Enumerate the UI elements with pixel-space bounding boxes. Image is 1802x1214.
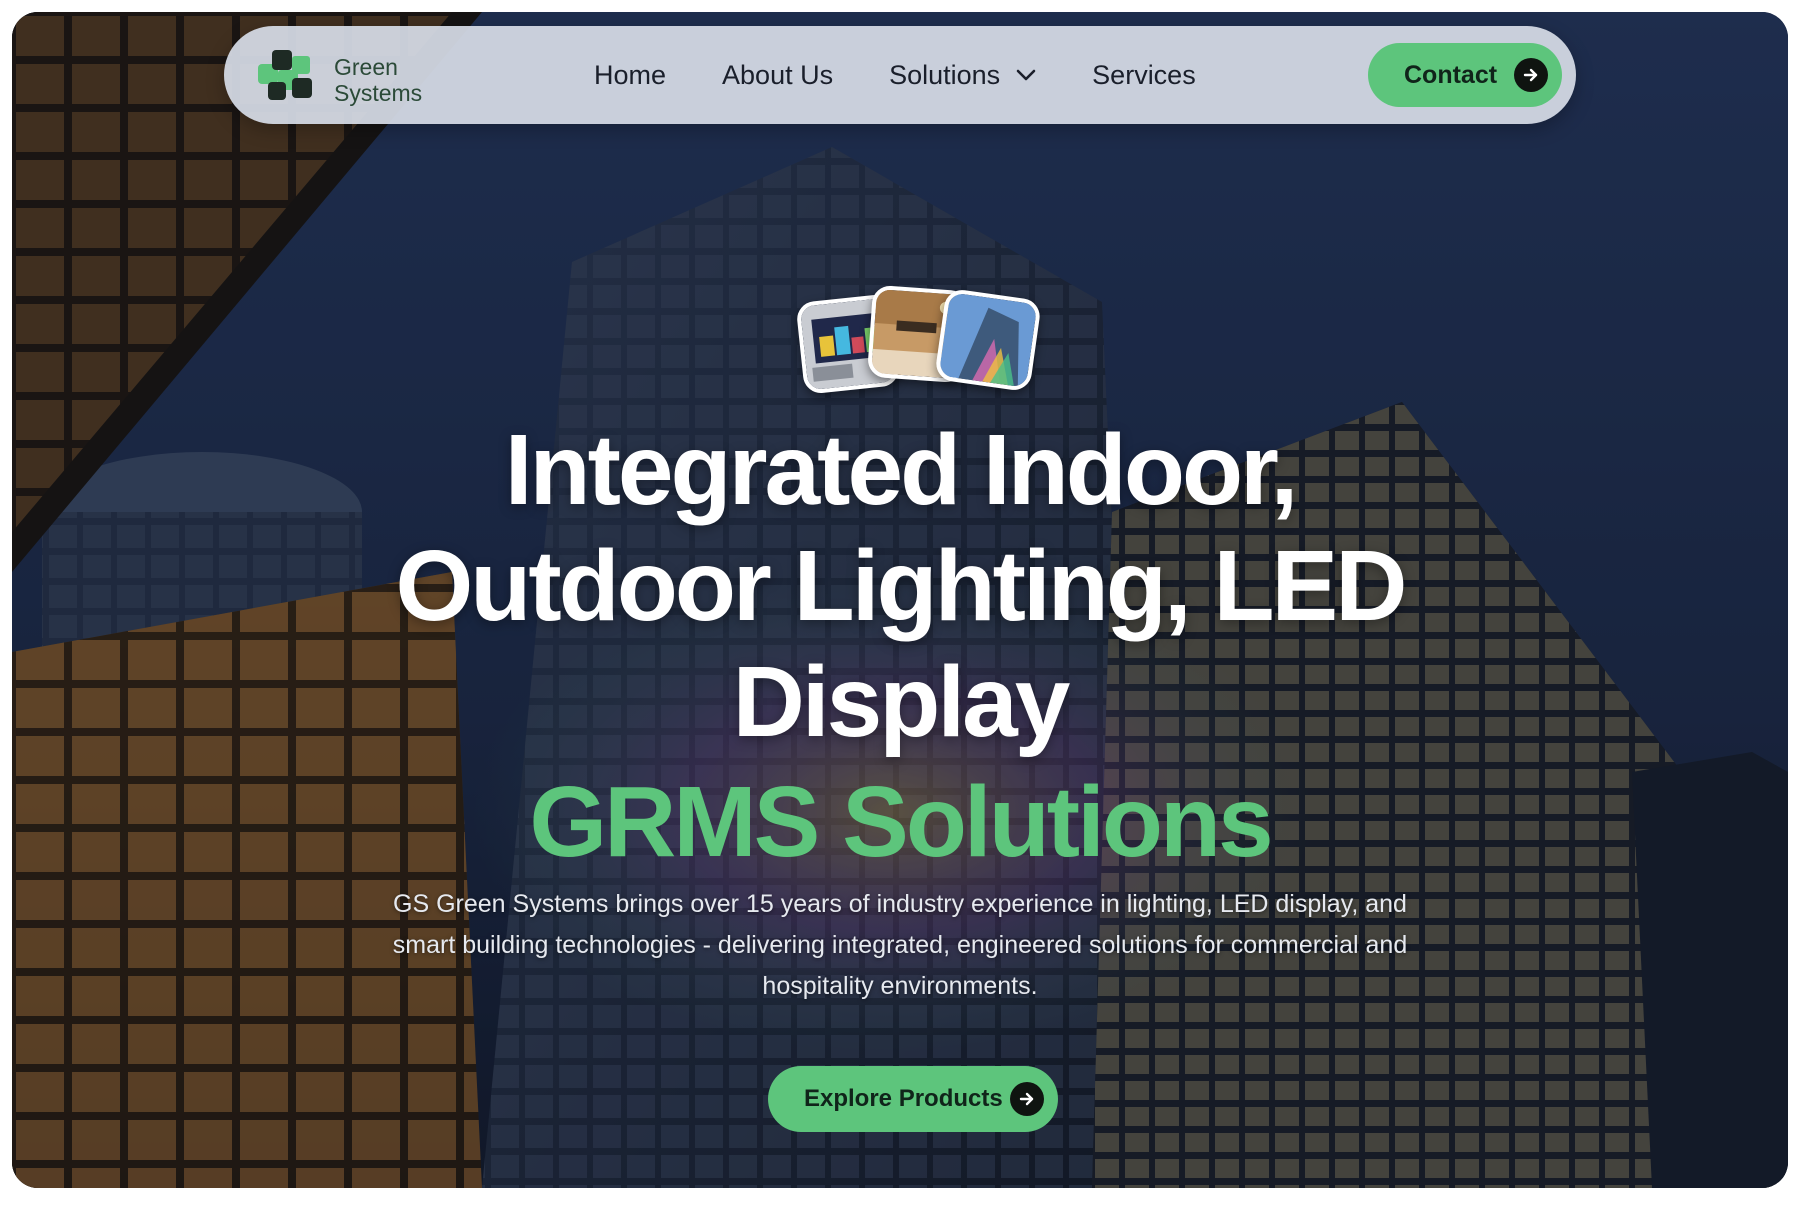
nav-item-services[interactable]: Services <box>1092 60 1196 91</box>
brand-name-line2: Systems <box>334 80 423 106</box>
hero-accent-heading: GRMS Solutions <box>529 766 1273 878</box>
nav-item-label: Solutions <box>889 59 1001 90</box>
brand-name: Green Systems <box>334 54 422 106</box>
nav-item-label: About Us <box>722 59 834 90</box>
arrow-right-icon <box>1514 58 1548 92</box>
explore-products-button[interactable]: Explore Products <box>768 1066 1058 1132</box>
contact-button[interactable]: Contact <box>1368 43 1562 107</box>
brand-logo[interactable]: Green Systems <box>254 46 454 106</box>
brand-name-line1: Green <box>334 54 398 80</box>
chevron-down-icon <box>1016 69 1036 81</box>
nav-item-label: Home <box>594 59 667 90</box>
contact-button-label: Contact <box>1404 60 1498 89</box>
nav-item-about-us[interactable]: About Us <box>722 60 833 91</box>
nav-item-label: Services <box>1092 59 1196 90</box>
arrow-right-icon <box>1010 1082 1044 1116</box>
green-systems-logo-icon <box>258 50 312 100</box>
hero-section: Green Systems Home About Us Solutions Se… <box>12 12 1788 1188</box>
thumbnail-building-facade <box>934 287 1042 393</box>
headline-line-2: Outdoor Lighting, LED <box>395 530 1408 642</box>
nav-item-solutions[interactable]: Solutions <box>889 60 1036 91</box>
navbar: Green Systems Home About Us Solutions Se… <box>224 26 1576 124</box>
hero-headline: Integrated Indoor, Outdoor Lighting, LED… <box>12 412 1788 760</box>
explore-products-label: Explore Products <box>804 1085 1003 1112</box>
nav-item-home[interactable]: Home <box>594 60 666 91</box>
headline-line-1: Integrated Indoor, <box>504 414 1298 526</box>
headline-line-3: Display <box>732 646 1071 758</box>
nav-links: Home About Us Solutions Services <box>594 26 1252 124</box>
hero-description: GS Green Systems brings over 15 years of… <box>392 890 1408 1000</box>
building-facade-photo <box>938 292 1038 388</box>
hero-thumbnails <box>795 284 1050 395</box>
